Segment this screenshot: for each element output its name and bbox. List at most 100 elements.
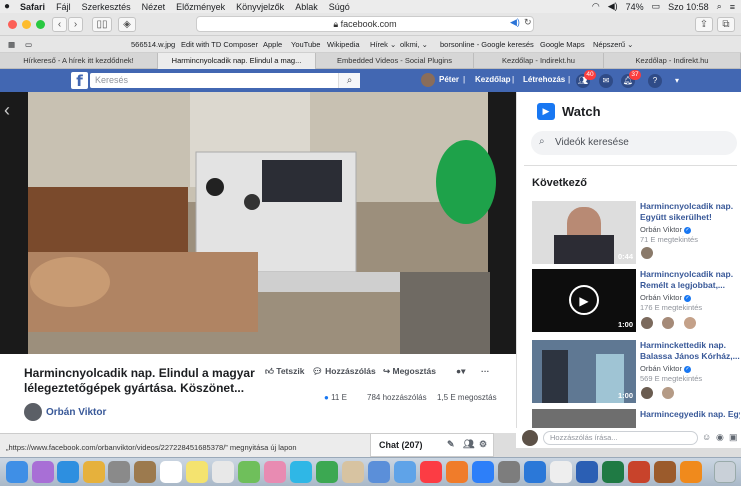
menu-edit[interactable]: Szerkesztés [82,2,131,12]
video-player[interactable] [0,92,516,354]
chat-bar[interactable]: Chat (207) ✎ 👥︎ ⚙ [370,433,494,457]
author-name[interactable]: Orbán Viktor [46,407,106,418]
wifi-icon[interactable]: ◠ [592,1,600,12]
video-thumbnail[interactable]: 0:44 [532,201,636,264]
author-avatar[interactable] [24,403,42,421]
favorite-item[interactable]: 566514.w.jpg [131,40,175,49]
camera-icon[interactable]: ◉ [716,432,724,443]
excel-icon[interactable] [602,461,624,483]
create-link[interactable]: Létrehozás [523,75,565,84]
up-next-title[interactable]: Harmincnyolcadik nap. Együtt sikerülhet! [640,201,740,223]
more-options-icon[interactable]: ··· [481,366,490,376]
vlc-icon[interactable] [680,461,702,483]
favorite-item[interactable]: olkmi, ⌄ [400,40,428,49]
up-next-title[interactable]: Harminckettedik nap. Balassa János Kórhá… [640,340,740,362]
new-tab-icon[interactable]: ⧉ [717,17,735,32]
safari-icon[interactable] [57,461,79,483]
minimize-window-button[interactable] [22,20,31,29]
menu-history[interactable]: Előzmények [176,2,225,12]
app-store-icon[interactable] [472,461,494,483]
calendar-icon[interactable] [160,461,182,483]
notes-icon[interactable] [186,461,208,483]
help-icon[interactable]: ? [648,74,662,88]
teamviewer-icon[interactable] [524,461,546,483]
gif-icon[interactable]: ▣ [729,432,738,443]
numbers-icon[interactable] [368,461,390,483]
up-next-author[interactable]: Orbán Viktor ✓ [640,225,691,234]
menu-safari[interactable]: Safari [20,2,45,12]
up-next-author[interactable]: Orbán Viktor ✓ [640,293,691,302]
favorite-item[interactable]: Google Maps [540,40,585,49]
favorite-item[interactable]: Edit with TD Composer [181,40,258,49]
forward-button[interactable]: › [68,17,83,32]
video-thumbnail[interactable]: ▶ 1:00 [532,269,636,332]
search-icon[interactable]: ⌕ [717,1,722,12]
back-button[interactable]: ‹ [52,17,67,32]
powerpoint-icon[interactable] [628,461,650,483]
reminders-icon[interactable] [212,461,234,483]
maps-icon[interactable] [238,461,260,483]
like-button[interactable]: 👍︎ Tetszik [265,366,304,377]
launchpad-icon[interactable] [108,461,130,483]
new-message-icon[interactable]: ✎ [447,439,455,450]
menu-view[interactable]: Nézet [142,2,166,12]
menu-help[interactable]: Súgó [329,2,350,12]
up-next-author[interactable]: Orbán Viktor ✓ [640,364,691,373]
messenger-icon[interactable]: ✉ [599,74,613,88]
comment-input[interactable]: Hozzászólás írása... [543,431,698,445]
tab-active[interactable]: Harmincnyolcadik nap. Elindul a mag... [158,53,316,69]
preview-icon[interactable] [342,461,364,483]
likes-count[interactable]: 11 E [331,393,347,402]
share-icon[interactable]: ⇪ [695,17,713,32]
favorite-item[interactable]: borsonline - Google keresés [440,40,534,49]
close-window-button[interactable] [8,20,17,29]
grid-icon[interactable]: ▦ [8,40,15,49]
shares-count[interactable]: 1,5 E megosztás [437,393,497,402]
textedit-icon[interactable] [550,461,572,483]
books-icon[interactable] [446,461,468,483]
trash-icon[interactable] [714,461,736,483]
tab[interactable]: Embedded Videos - Social Plugins [316,53,474,69]
video-search-input[interactable]: Videók keresése [531,131,737,155]
tab[interactable]: Kezdőlap - Indirekt.hu [604,53,741,69]
previous-video-arrow[interactable]: ‹ [4,100,10,121]
sidebar-toggle-icon[interactable]: ▯▯ [92,17,112,32]
emoji-icon[interactable]: ☺ [702,432,711,442]
video-thumbnail[interactable] [532,409,636,428]
menu-window[interactable]: Ablak [295,2,318,12]
audio-playing-icon[interactable]: ◀) [510,17,520,28]
shield-icon[interactable]: ◈ [118,17,136,32]
profile-link[interactable]: Péter [439,75,459,84]
up-next-title[interactable]: Harmincegyedik nap. Együtt kitartunk... [640,409,740,428]
reaction-icon[interactable]: ● 11 E [324,393,347,402]
system-preferences-icon[interactable] [498,461,520,483]
facetime-icon[interactable] [316,461,338,483]
video-thumbnail[interactable]: 1:00 [532,340,636,403]
audience-selector[interactable]: ●▾ [456,366,465,377]
favorite-item[interactable]: Népszerű ⌄ [593,40,633,49]
comment-button[interactable]: 💬︎ Hozzászólás [312,366,376,377]
zoom-window-button[interactable] [36,20,45,29]
home-link[interactable]: Kezdőlap [475,75,511,84]
music-icon[interactable] [420,461,442,483]
address-bar[interactable]: 🔒︎ facebook.com [196,16,534,32]
favorite-item[interactable]: Wikipedia [327,40,360,49]
messages-icon[interactable] [290,461,312,483]
avatar[interactable] [421,73,435,87]
battery-percent[interactable]: 74% [626,2,644,12]
favorite-item[interactable]: YouTube [291,40,320,49]
favorite-item[interactable]: Apple [263,40,282,49]
watch-title[interactable]: Watch [562,104,601,119]
reload-icon[interactable]: ↻ [524,17,532,28]
menu-list-icon[interactable]: ≡ [730,2,735,12]
siri-icon[interactable] [32,461,54,483]
menu-file[interactable]: Fájl [56,2,71,12]
group-icon[interactable]: 👥︎ [463,439,474,450]
up-next-title[interactable]: Harmincnyolcadik nap. Remélt a legjobbat… [640,269,740,291]
search-icon[interactable]: ⌕ [338,73,360,88]
comments-count[interactable]: 784 hozzászólás [367,393,427,402]
battery-icon[interactable]: ▭ [652,1,661,12]
tab[interactable]: Hírkereső - A hírek itt kezdődnek! [0,53,158,69]
contacts-icon[interactable] [134,461,156,483]
reading-list-icon[interactable]: ▭ [25,40,32,49]
